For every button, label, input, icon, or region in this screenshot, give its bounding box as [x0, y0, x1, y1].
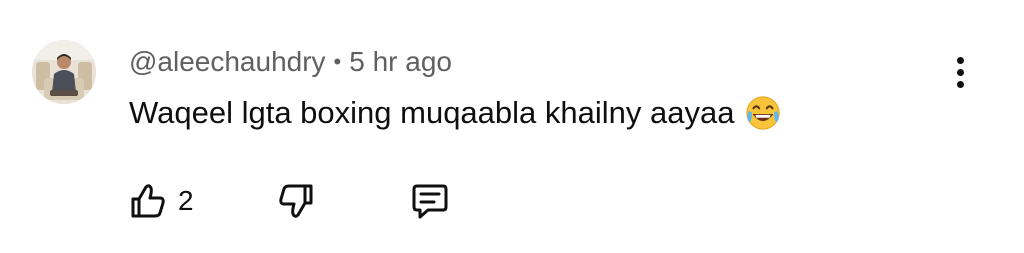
comment-meta: @aleechauhdry • 5 hr ago	[129, 44, 452, 80]
comment-item: @aleechauhdry • 5 hr ago Waqeel lgta box…	[0, 0, 1024, 253]
comment-timestamp[interactable]: 5 hr ago	[349, 46, 452, 78]
comment-body: Waqeel lgta boxing muqaabla khailny aaya…	[129, 93, 782, 133]
avatar-image	[32, 40, 96, 104]
reply-button[interactable]	[408, 176, 452, 226]
dot	[956, 68, 964, 76]
comment-text: Waqeel lgta boxing muqaabla khailny aaya…	[129, 95, 735, 130]
like-button[interactable]: 2	[126, 176, 194, 226]
avatar[interactable]	[32, 40, 96, 104]
thumbs-up-icon	[131, 184, 165, 218]
dot	[956, 56, 964, 64]
comment-icon	[412, 184, 448, 219]
dot	[956, 80, 964, 88]
more-options-button[interactable]	[945, 50, 975, 94]
dislike-button[interactable]	[274, 176, 318, 226]
comment-author[interactable]: @aleechauhdry	[129, 46, 326, 78]
thumbs-down-icon	[279, 184, 313, 218]
meta-separator: •	[333, 49, 342, 74]
rolling-on-floor-laughing-emoji-icon	[744, 94, 782, 132]
like-count: 2	[178, 185, 194, 216]
